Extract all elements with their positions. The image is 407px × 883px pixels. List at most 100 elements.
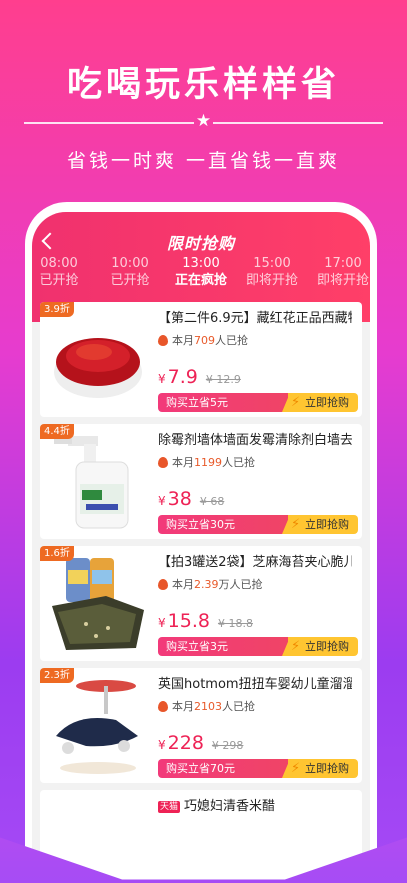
divider-line-right: [213, 122, 383, 124]
bolt-icon: ⚡: [291, 395, 301, 410]
buy-now-button[interactable]: ⚡ 立即抢购: [282, 759, 358, 778]
hero-subtitle: 省钱一时爽 一直省钱一直爽: [66, 150, 341, 172]
product-title[interactable]: 除霉剂墙体墙面发霉清除剂白墙去霉: [158, 432, 352, 450]
product-title-text: 巧媳妇清香米醋: [184, 799, 276, 814]
tab-status: 即将开抢: [245, 273, 298, 288]
sold-suffix: 人已抢: [215, 334, 248, 347]
savings-label: 购买立省70元: [158, 759, 288, 778]
discount-badge: 1.6折: [40, 546, 74, 561]
divider-line-left: [24, 122, 194, 124]
original-price: ¥ 68: [199, 495, 225, 508]
savings-label: 购买立省3元: [158, 637, 288, 656]
price: ¥ 228 ¥ 298: [158, 732, 243, 754]
discount-badge: 3.9折: [40, 302, 74, 317]
original-price: ¥ 18.8: [217, 617, 253, 630]
currency-symbol: ¥: [158, 372, 166, 386]
currency-symbol: ¥: [158, 494, 166, 508]
price: ¥ 15.8 ¥ 18.8: [158, 610, 253, 632]
product-title[interactable]: 【第二件6.9元】藏红花正品西藏特级: [158, 310, 352, 328]
tab-time: 08:00: [40, 256, 78, 271]
buy-now-label: 立即抢购: [305, 396, 349, 409]
sold-number: 709: [194, 333, 215, 347]
tab-1500[interactable]: 15:00 即将开抢: [237, 256, 307, 289]
buy-now-button[interactable]: ⚡ 立即抢购: [282, 393, 358, 412]
tab-1300[interactable]: 13:00 正在疯抢: [166, 256, 236, 289]
buy-now-button[interactable]: ⚡ 立即抢购: [282, 637, 358, 656]
tab-time: 17:00: [324, 256, 362, 271]
tab-0800[interactable]: 08:00 已开抢: [32, 256, 94, 289]
tab-1700[interactable]: 17:00 即将开抢: [308, 256, 370, 289]
currency-symbol: ¥: [158, 616, 166, 630]
star-icon: ★: [195, 111, 212, 131]
product-image-saffron[interactable]: [46, 310, 150, 410]
current-price: 38: [167, 488, 192, 510]
original-price: ¥ 298: [211, 739, 244, 752]
buy-bar[interactable]: 购买立省70元 ⚡ 立即抢购: [158, 759, 358, 778]
current-price: 15.8: [167, 610, 210, 632]
buy-bar[interactable]: 购买立省30元 ⚡ 立即抢购: [158, 515, 358, 534]
currency-symbol: ¥: [158, 738, 166, 752]
product-title[interactable]: 天猫 巧媳妇清香米醋: [158, 798, 352, 816]
buy-now-button[interactable]: ⚡ 立即抢购: [282, 515, 358, 534]
discount-badge: 2.3折: [40, 668, 74, 683]
sold-count: 本月 1199 人已抢: [158, 454, 255, 470]
product-card[interactable]: 4.4折 除霉剂墙体墙面发霉清除剂白墙去霉 本月 1199 人已抢 ¥ 38 ¥…: [40, 424, 362, 539]
product-card[interactable]: 3.9折 【第二件6.9元】藏红花正品西藏特级 本月 709 人已抢 ¥: [40, 302, 362, 417]
sold-suffix: 人已抢: [222, 700, 255, 713]
original-price: ¥ 12.9: [205, 373, 241, 386]
tmall-badge: 天猫: [158, 800, 181, 813]
sold-number: 2.39: [194, 577, 219, 591]
product-title[interactable]: 英国hotmom扭扭车婴幼儿童溜溜车: [158, 676, 352, 694]
sold-suffix: 万人已抢: [218, 578, 263, 591]
tab-status: 正在疯抢: [174, 273, 227, 288]
tab-time: 13:00: [182, 256, 220, 271]
sold-prefix: 本月: [172, 334, 194, 347]
discount-badge: 4.4折: [40, 424, 74, 439]
tab-time: 10:00: [111, 256, 149, 271]
buy-now-label: 立即抢购: [305, 762, 349, 775]
product-card[interactable]: 2.3折 英国hotmom扭扭车婴幼儿童溜溜车 本月 2103 人已抢 ¥ 22…: [40, 668, 362, 783]
current-price: 228: [167, 732, 204, 754]
buy-now-label: 立即抢购: [305, 640, 349, 653]
product-image-spray[interactable]: [46, 432, 150, 532]
phone-frame: 限时抢购 08:00 已开抢 10:00 已开抢 13:00 正在疯抢 15:0…: [25, 202, 377, 883]
sold-number: 2103: [194, 699, 222, 713]
tab-1000[interactable]: 10:00 已开抢: [95, 256, 165, 289]
product-title[interactable]: 【拍3罐送2袋】芝麻海苔夹心脆儿童: [158, 554, 352, 572]
time-tabs: 08:00 已开抢 10:00 已开抢 13:00 正在疯抢 15:00 即将开…: [32, 256, 370, 289]
price: ¥ 38 ¥ 68: [158, 488, 224, 510]
savings-label: 购买立省5元: [158, 393, 288, 412]
sold-suffix: 人已抢: [222, 456, 255, 469]
price: ¥ 7.9 ¥ 12.9: [158, 366, 241, 388]
tab-status: 已开抢: [110, 273, 150, 288]
tab-time: 15:00: [253, 256, 291, 271]
buy-now-label: 立即抢购: [305, 518, 349, 531]
sold-prefix: 本月: [172, 578, 194, 591]
product-image-ride-car[interactable]: [46, 676, 150, 776]
divider: ★: [24, 111, 383, 132]
bolt-icon: ⚡: [291, 761, 301, 776]
app-screen: 限时抢购 08:00 已开抢 10:00 已开抢 13:00 正在疯抢 15:0…: [32, 212, 370, 883]
nav-title: 限时抢购: [166, 234, 235, 253]
flame-icon: [158, 456, 168, 468]
tab-status: 已开抢: [39, 273, 79, 288]
bolt-icon: ⚡: [291, 517, 301, 532]
flame-icon: [158, 334, 168, 346]
sold-number: 1199: [194, 455, 222, 469]
sold-prefix: 本月: [172, 700, 194, 713]
savings-label: 购买立省30元: [158, 515, 288, 534]
current-price: 7.9: [167, 366, 198, 388]
tab-status: 即将开抢: [316, 273, 369, 288]
bolt-icon: ⚡: [291, 639, 301, 654]
hero-title: 吃喝玩乐样样省: [66, 65, 340, 105]
sold-count: 本月 709 人已抢: [158, 332, 248, 348]
sold-prefix: 本月: [172, 456, 194, 469]
flame-icon: [158, 700, 168, 712]
sold-count: 本月 2.39 万人已抢: [158, 576, 263, 592]
flame-icon: [158, 578, 168, 590]
sold-count: 本月 2103 人已抢: [158, 698, 255, 714]
product-image-seaweed[interactable]: [46, 554, 150, 654]
buy-bar[interactable]: 购买立省3元 ⚡ 立即抢购: [158, 637, 358, 656]
product-card[interactable]: 1.6折 【拍3罐送2袋】芝麻海苔夹心脆儿童 本月 2.39 万人已抢 ¥ 15…: [40, 546, 362, 661]
buy-bar[interactable]: 购买立省5元 ⚡ 立即抢购: [158, 393, 358, 412]
